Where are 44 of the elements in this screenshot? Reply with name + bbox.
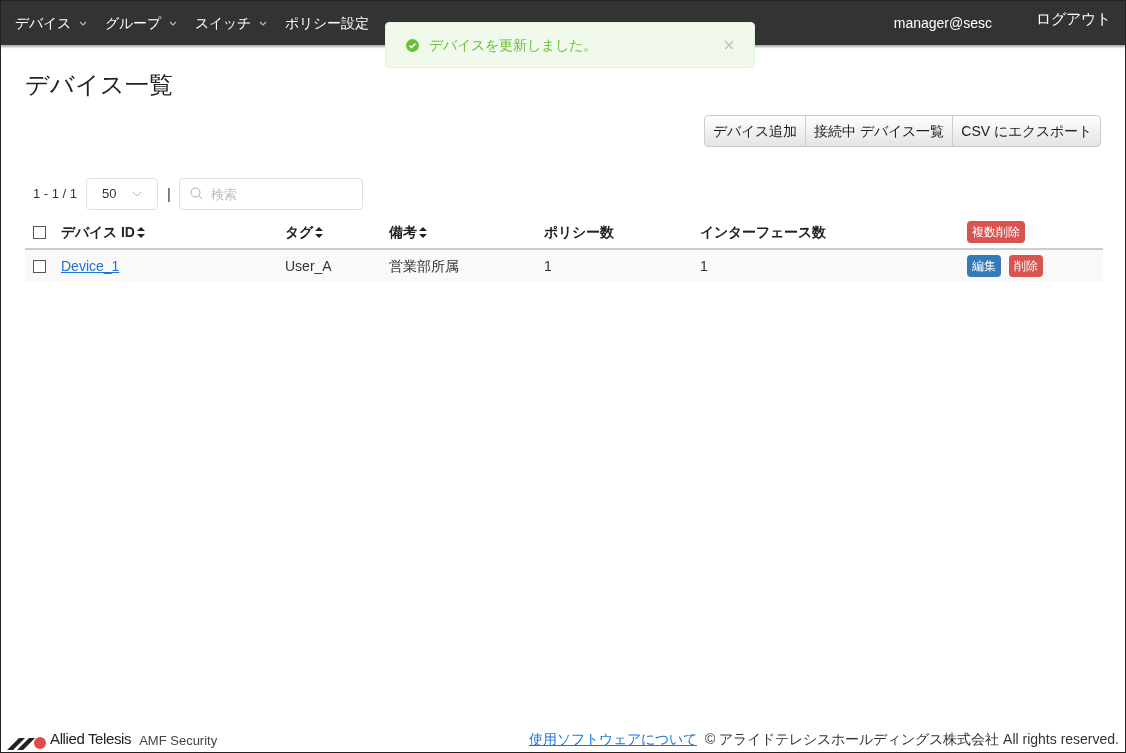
table-cell: 1 (544, 257, 552, 274)
search-icon (190, 187, 203, 200)
chevron-down-icon (79, 20, 87, 26)
nav-menu-item[interactable]: グループ (105, 12, 177, 34)
bulk-delete-button[interactable]: 複数削除 (967, 221, 1025, 243)
table-cell: 営業部所属 (389, 257, 459, 274)
device-link[interactable]: Device_1 (61, 257, 120, 274)
column-header[interactable]: 備考 (389, 221, 417, 243)
logout-link[interactable]: ログアウト (1036, 7, 1111, 31)
nav-menu-item[interactable]: スイッチ (195, 12, 267, 34)
brand-name: Allied Telesis (50, 728, 132, 749)
sort-icon (315, 226, 323, 238)
column-header[interactable]: タグ (285, 221, 313, 243)
toolbar-button[interactable]: 接続中 デバイス一覧 (805, 115, 954, 147)
toast-message: デバイスを更新しました。 (429, 35, 598, 55)
chevron-down-icon (169, 20, 177, 26)
checkbox[interactable] (33, 259, 46, 273)
software-info-link[interactable]: 使用ソフトウェアについて (528, 729, 697, 750)
user-name: manager@sesc (893, 13, 992, 33)
nav-menu-item[interactable]: ポリシー設定 (285, 12, 369, 34)
column-header: ポリシー数 (544, 222, 614, 242)
toolbar-button[interactable]: デバイス追加 (704, 115, 807, 147)
chevron-down-icon (259, 20, 267, 26)
copyright-text: © アライドテレシスホールディングス株式会社 All rights reserved. (704, 730, 1119, 749)
chevron-down-icon (132, 191, 143, 197)
product-name: AMF Security (139, 731, 218, 750)
page-range: 1 - 1 / 1 (33, 185, 78, 204)
checkbox[interactable] (33, 225, 46, 239)
edit-button[interactable]: 編集 (967, 255, 1001, 277)
logo-icon (7, 736, 47, 750)
table-cell: 1 (700, 257, 708, 274)
page-size-select[interactable]: 50 (86, 178, 159, 210)
table-cell: User_A (285, 257, 332, 274)
toolbar-button[interactable]: CSV にエクスポート (952, 115, 1101, 147)
column-header: インターフェース数 (700, 222, 826, 242)
search-field[interactable]: 検索 (179, 178, 363, 210)
sort-icon (136, 226, 145, 238)
page-title: デバイス一覧 (25, 70, 174, 100)
delete-button[interactable]: 削除 (1009, 255, 1043, 277)
separator: | (167, 183, 171, 204)
nav-menu-item[interactable]: デバイス (15, 12, 87, 34)
sort-icon (419, 226, 427, 238)
column-header[interactable]: デバイス ID (61, 221, 135, 243)
check-circle-icon (406, 38, 419, 52)
